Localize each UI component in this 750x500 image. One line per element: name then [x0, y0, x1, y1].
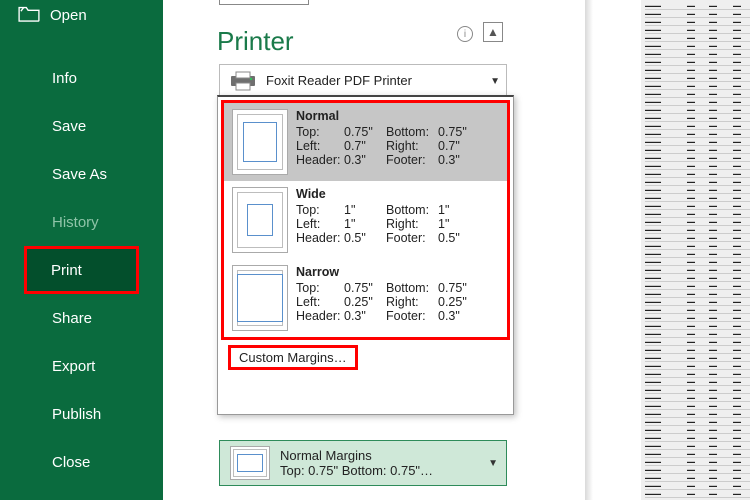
margins-dropdown-popup: Normal Top:0.75" Bottom:0.75" Left:0.7" …: [217, 95, 514, 415]
sidebar-item-history: History: [0, 198, 163, 246]
sidebar-item-info[interactable]: Info: [0, 54, 163, 102]
margin-preview-icon: [230, 446, 270, 480]
margin-preview-icon: [232, 265, 288, 331]
sidebar-item-close[interactable]: Close: [0, 438, 163, 486]
scroll-up-button[interactable]: ▲: [483, 22, 503, 42]
print-main-panel: i ▲ Printer Foxit Reader PDF Printer ▼ N…: [163, 0, 750, 500]
section-title-printer: Printer: [217, 26, 294, 57]
sidebar-item-publish[interactable]: Publish: [0, 390, 163, 438]
print-preview-page: ▬▬▬▬▬▬▬▬▬▬▬▬▬▬▬▬▬▬▬▬▬▬▬▬▬▬▬▬▬▬▬▬▬▬▬▬▬▬▬▬…: [641, 0, 750, 500]
info-icon[interactable]: i: [457, 26, 473, 42]
chevron-down-icon: ▼: [488, 458, 498, 469]
margins-selected-detail: Top: 0.75" Bottom: 0.75"…: [280, 463, 433, 478]
sidebar-item-share[interactable]: Share: [0, 294, 163, 342]
printer-icon: [228, 69, 258, 93]
sidebar-item-print[interactable]: Print: [24, 246, 139, 294]
margins-selector[interactable]: Normal Margins Top: 0.75" Bottom: 0.75"……: [219, 440, 507, 486]
sidebar-item-label: Open: [50, 7, 87, 24]
sidebar-item-save[interactable]: Save: [0, 102, 163, 150]
open-folder-icon: [18, 4, 40, 26]
margin-preview-icon: [232, 187, 288, 253]
margins-selected-title: Normal Margins: [280, 448, 433, 463]
sidebar-item-export[interactable]: Export: [0, 342, 163, 390]
custom-margins-item[interactable]: Custom Margins…: [228, 344, 507, 370]
margins-option-wide[interactable]: Wide Top:1" Bottom:1" Left:1" Right:1" H…: [224, 181, 507, 259]
backstage-sidebar: Open Info Save Save As History Print Sha…: [0, 0, 163, 500]
copies-field[interactable]: [219, 0, 309, 5]
sidebar-item-save-as[interactable]: Save As: [0, 150, 163, 198]
printer-name: Foxit Reader PDF Printer: [266, 74, 412, 88]
margin-preview-icon: [232, 109, 288, 175]
margins-option-narrow[interactable]: Narrow Top:0.75" Bottom:0.75" Left:0.25"…: [224, 259, 507, 337]
printer-selector[interactable]: Foxit Reader PDF Printer ▼: [219, 64, 507, 98]
margins-option-normal[interactable]: Normal Top:0.75" Bottom:0.75" Left:0.7" …: [224, 103, 507, 181]
chevron-down-icon: ▼: [490, 76, 500, 87]
sidebar-item-open[interactable]: Open: [0, 0, 163, 36]
